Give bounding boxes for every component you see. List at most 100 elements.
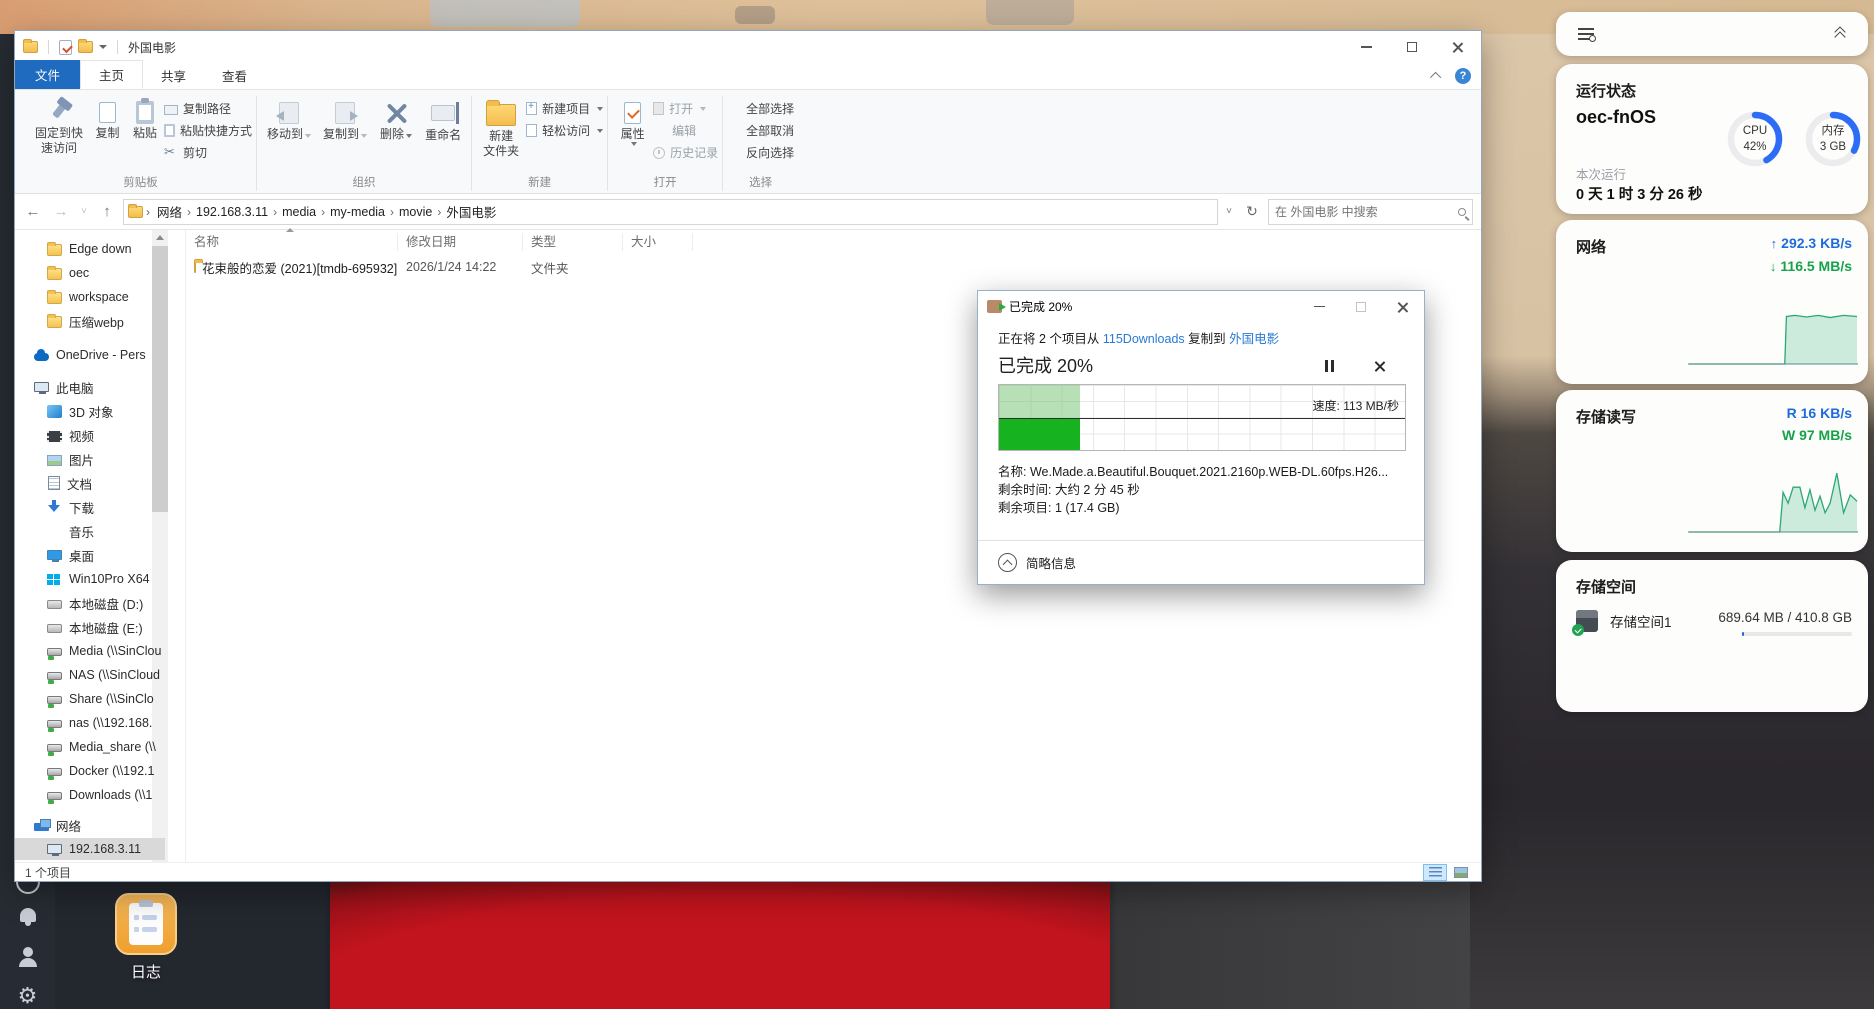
thumbnail-view-button[interactable] bbox=[1449, 864, 1473, 881]
new-folder-icon bbox=[486, 104, 516, 126]
dialog-maximize-button[interactable] bbox=[1340, 291, 1382, 322]
tab-file[interactable]: 文件 bbox=[15, 60, 80, 89]
playlist-icon[interactable] bbox=[1578, 28, 1594, 40]
column-header[interactable]: 修改日期 bbox=[398, 233, 523, 251]
new-item-button[interactable]: 新建项目 bbox=[526, 100, 603, 117]
breadcrumb-item[interactable]: my-media bbox=[326, 203, 389, 221]
tab-view[interactable]: 查看 bbox=[204, 62, 265, 89]
notification-bell-icon[interactable] bbox=[0, 908, 55, 922]
select-none-button[interactable]: 全部取消 bbox=[727, 122, 794, 139]
sidebar-item[interactable]: OneDrive - Pers bbox=[15, 344, 165, 366]
close-button[interactable] bbox=[1435, 31, 1481, 63]
sidebar-item[interactable]: Win10Pro X64 bbox=[15, 568, 165, 590]
paste-shortcut-button[interactable]: 粘贴快捷方式 bbox=[164, 122, 252, 139]
sidebar-item[interactable]: workspace bbox=[15, 286, 165, 308]
history-dropdown-icon[interactable]: ˅ bbox=[77, 200, 91, 224]
sidebar-item[interactable]: 网络 bbox=[15, 814, 165, 836]
sidebar-item[interactable]: 压缩webp bbox=[15, 310, 165, 332]
ribbon-collapse-icon[interactable] bbox=[1430, 72, 1441, 83]
collapse-panel-icon[interactable] bbox=[1834, 28, 1846, 40]
sidebar-item[interactable]: 本地磁盘 (E:) bbox=[15, 616, 165, 638]
back-button[interactable]: ← bbox=[21, 200, 45, 224]
rename-button[interactable]: 重命名 bbox=[419, 94, 467, 145]
breadcrumb-item[interactable]: 192.168.3.11 bbox=[192, 203, 272, 221]
sidebar-item[interactable]: Edge down bbox=[15, 238, 165, 260]
dialog-footer[interactable]: 简略信息 bbox=[978, 540, 1424, 584]
pause-button[interactable] bbox=[1318, 357, 1340, 375]
column-header[interactable]: 大小 bbox=[623, 233, 693, 251]
sidebar-item[interactable]: 视频 bbox=[15, 424, 165, 446]
sidebar-item[interactable]: oec bbox=[15, 262, 165, 284]
user-icon[interactable] bbox=[0, 947, 55, 957]
forward-button[interactable]: → bbox=[49, 200, 73, 224]
copy-to-button[interactable]: 复制到 bbox=[317, 94, 373, 144]
breadcrumb-item[interactable]: 网络 bbox=[153, 200, 186, 223]
cancel-button[interactable] bbox=[1368, 357, 1390, 375]
tab-home[interactable]: 主页 bbox=[80, 60, 143, 89]
pin-to-quick-access-button[interactable]: 固定到快速访问 bbox=[29, 94, 89, 158]
sidebar-item[interactable]: 192.168.3.11 bbox=[15, 838, 165, 860]
maximize-button[interactable] bbox=[1389, 31, 1435, 63]
tab-share[interactable]: 共享 bbox=[143, 62, 204, 89]
search-box[interactable] bbox=[1268, 199, 1473, 225]
sidebar-item[interactable]: 下载 bbox=[15, 496, 165, 518]
easy-access-button[interactable]: 轻松访问 bbox=[526, 122, 603, 139]
breadcrumb-item[interactable]: 外国电影 bbox=[442, 200, 500, 223]
refresh-icon[interactable]: ↻ bbox=[1240, 200, 1264, 224]
search-icon[interactable] bbox=[1458, 208, 1466, 216]
sidebar-item[interactable]: nas (\\192.168. bbox=[15, 712, 165, 734]
column-header[interactable]: 名称 bbox=[186, 233, 398, 251]
dialog-minimize-button[interactable] bbox=[1298, 291, 1340, 322]
log-app-shortcut[interactable]: 日志 bbox=[108, 893, 184, 982]
edit-button[interactable]: 编辑 bbox=[653, 122, 718, 139]
destination-link[interactable]: 外国电影 bbox=[1229, 332, 1279, 346]
breadcrumb-item[interactable]: media bbox=[278, 203, 320, 221]
source-link[interactable]: 115Downloads bbox=[1103, 332, 1185, 346]
sidebar-item[interactable]: NAS (\\SinCloud bbox=[15, 664, 165, 686]
address-field[interactable]: › 网络›192.168.3.11›media›my-media›movie›外… bbox=[123, 199, 1218, 225]
sidebar-item[interactable]: 3D 对象 bbox=[15, 400, 165, 422]
network-card: 网络 ↑292.3 KB/s ↓116.5 MB/s bbox=[1556, 220, 1868, 384]
sidebar-item[interactable]: Media_share (\\ bbox=[15, 736, 165, 758]
sidebar-item[interactable]: 文档 bbox=[15, 472, 165, 494]
table-row[interactable]: 花束般的恋爱 (2021)[tmdb-695932]2026/1/24 14:2… bbox=[186, 254, 1481, 280]
column-header[interactable]: 类型 bbox=[523, 233, 623, 251]
log-app-label: 日志 bbox=[108, 961, 184, 982]
collapse-details-icon[interactable] bbox=[998, 553, 1017, 572]
up-button[interactable]: ↑ bbox=[95, 200, 119, 224]
history-button[interactable]: 历史记录 bbox=[653, 144, 718, 161]
delete-button[interactable]: 删除 bbox=[373, 94, 419, 144]
folder-icon bbox=[47, 316, 62, 328]
minimize-button[interactable] bbox=[1343, 31, 1389, 63]
cut-button[interactable]: ✂ 剪切 bbox=[164, 144, 252, 161]
sidebar-item[interactable]: 音乐 bbox=[15, 520, 165, 542]
select-all-button[interactable]: 全部选择 bbox=[727, 100, 794, 117]
address-dropdown-icon[interactable]: ˅ bbox=[1222, 200, 1236, 224]
sidebar-item[interactable]: Media (\\SinClou bbox=[15, 640, 165, 662]
copy-button[interactable]: 复制 bbox=[89, 94, 126, 143]
sidebar-item[interactable]: 图片 bbox=[15, 448, 165, 470]
chevron-down-icon[interactable] bbox=[99, 45, 107, 49]
sidebar-item[interactable]: 此电脑 bbox=[15, 376, 165, 398]
move-to-button[interactable]: 移动到 bbox=[261, 94, 317, 144]
breadcrumb-item[interactable]: movie bbox=[395, 203, 436, 221]
pic-icon bbox=[47, 455, 62, 466]
sidebar-item[interactable]: 本地磁盘 (D:) bbox=[15, 592, 165, 614]
properties-button[interactable]: 属性 bbox=[612, 94, 653, 148]
sidebar-item[interactable]: 桌面 bbox=[15, 544, 165, 566]
sidebar-item[interactable]: Downloads (\\1 bbox=[15, 784, 165, 806]
sidebar-item[interactable]: Docker (\\192.1 bbox=[15, 760, 165, 782]
copy-path-button[interactable]: 复制路径 bbox=[164, 100, 252, 117]
dialog-close-button[interactable] bbox=[1382, 291, 1424, 322]
gear-icon[interactable]: ⚙ bbox=[0, 986, 55, 1006]
new-folder-button[interactable]: 新建文件夹 bbox=[476, 94, 526, 161]
open-button[interactable]: 打开 bbox=[653, 100, 718, 117]
details-view-button[interactable] bbox=[1423, 864, 1447, 881]
sidebar-item-label: OneDrive - Pers bbox=[56, 348, 146, 362]
paste-button[interactable]: 粘贴 bbox=[126, 94, 164, 143]
sidebar-item[interactable]: Share (\\SinClo bbox=[15, 688, 165, 710]
scissors-icon: ✂ bbox=[164, 146, 178, 160]
search-input[interactable] bbox=[1275, 205, 1454, 219]
invert-selection-button[interactable]: 反向选择 bbox=[727, 144, 794, 161]
help-button[interactable]: ? bbox=[1455, 68, 1471, 84]
